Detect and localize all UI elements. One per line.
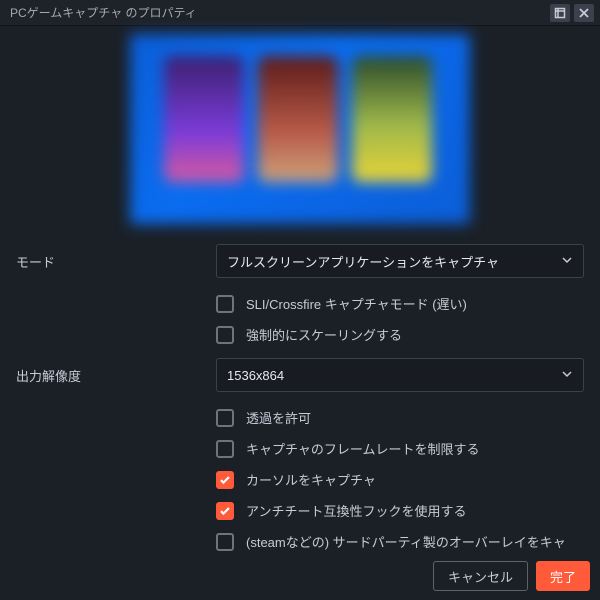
ok-button[interactable]: 完了 [536, 561, 590, 591]
capture-preview [130, 34, 470, 224]
checkbox-item[interactable]: 強制的にスケーリングする [216, 319, 584, 350]
checkbox-icon[interactable] [216, 295, 234, 313]
checkbox-checked-icon[interactable] [216, 471, 234, 489]
checkbox-item[interactable]: 透過を許可 [216, 402, 584, 433]
checkbox-icon[interactable] [216, 440, 234, 458]
checkbox-label: アンチチート互換性フックを使用する [246, 501, 466, 520]
checkbox-label: SLI/Crossfire キャプチャモード (遅い) [246, 294, 467, 313]
titlebar: PCゲームキャプチャ のプロパティ [0, 0, 600, 26]
checkbox-icon[interactable] [216, 326, 234, 344]
resolution-label: 出力解像度 [16, 358, 216, 385]
maximize-icon[interactable] [550, 4, 570, 22]
resolution-select[interactable]: 1536x864 [216, 358, 584, 392]
checkbox-icon[interactable] [216, 533, 234, 551]
checkbox-checked-icon[interactable] [216, 502, 234, 520]
dialog-footer: キャンセル 完了 [0, 552, 600, 600]
checkbox-label: 透過を許可 [246, 408, 311, 427]
window-title: PCゲームキャプチャ のプロパティ [10, 4, 546, 21]
checkbox-item[interactable]: アンチチート互換性フックを使用する [216, 495, 584, 526]
cancel-button[interactable]: キャンセル [433, 561, 528, 591]
preview-area [0, 26, 600, 232]
ok-button-label: 完了 [550, 567, 576, 586]
checkbox-item[interactable]: キャプチャのフレームレートを制限する [216, 433, 584, 464]
mode-select-value: フルスクリーンアプリケーションをキャプチャ [227, 252, 561, 271]
mode-select[interactable]: フルスクリーンアプリケーションをキャプチャ [216, 244, 584, 278]
properties-form: モード フルスクリーンアプリケーションをキャプチャ SLI/Crossfire … [0, 232, 600, 569]
checkbox-icon[interactable] [216, 409, 234, 427]
mode-label: モード [16, 244, 216, 271]
chevron-down-icon [561, 254, 573, 269]
chevron-down-icon [561, 368, 573, 383]
checkbox-label: (steamなどの) サードパーティ製のオーバーレイをキャ [246, 532, 566, 551]
checkbox-item[interactable]: カーソルをキャプチャ [216, 464, 584, 495]
resolution-select-value: 1536x864 [227, 368, 561, 383]
checkbox-label: キャプチャのフレームレートを制限する [246, 439, 479, 458]
checkbox-label: カーソルをキャプチャ [246, 470, 376, 489]
checkbox-label: 強制的にスケーリングする [246, 325, 402, 344]
checkbox-item[interactable]: SLI/Crossfire キャプチャモード (遅い) [216, 288, 584, 319]
close-icon[interactable] [574, 4, 594, 22]
cancel-button-label: キャンセル [448, 567, 513, 586]
